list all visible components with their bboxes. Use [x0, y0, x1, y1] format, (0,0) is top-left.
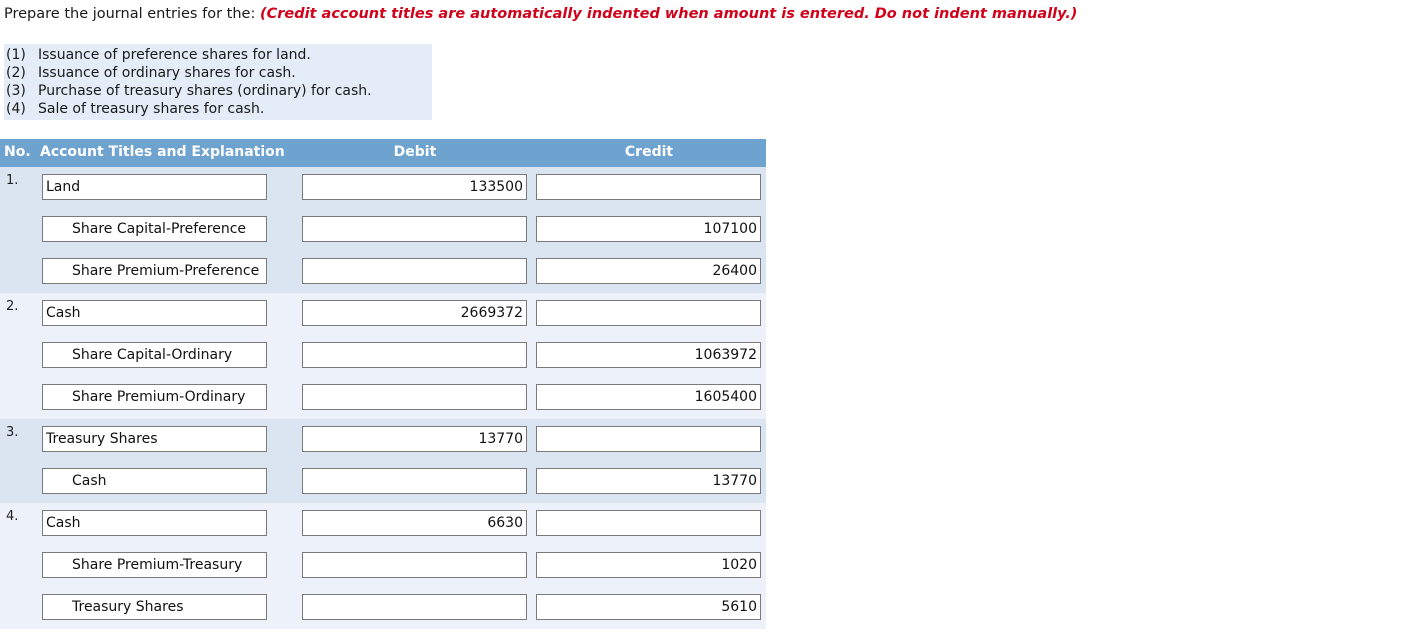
- requirement-text: Issuance of preference shares for land.: [38, 47, 311, 63]
- account-title-input[interactable]: [42, 258, 267, 284]
- journal-entry-row: 4.: [0, 503, 766, 545]
- credit-amount-input[interactable]: [536, 594, 761, 620]
- journal-entries-body: 1. 2. 3. 4.: [0, 167, 766, 629]
- debit-amount-input[interactable]: [302, 174, 527, 200]
- journal-entry-row: 1.: [0, 167, 766, 209]
- entry-number: 2.: [6, 299, 19, 314]
- debit-amount-input[interactable]: [302, 342, 527, 368]
- journal-entry-row: [0, 545, 766, 587]
- account-title-input[interactable]: [42, 384, 267, 410]
- journal-entry-table: No. Account Titles and Explanation Debit…: [0, 139, 766, 629]
- journal-entry-row: [0, 587, 766, 629]
- prompt-lead-text: Prepare the journal entries for the:: [4, 6, 256, 22]
- journal-entry-row: [0, 335, 766, 377]
- account-title-input[interactable]: [42, 216, 267, 242]
- credit-amount-input[interactable]: [536, 258, 761, 284]
- column-header-no: No.: [4, 144, 31, 160]
- column-header-credit: Credit: [624, 144, 674, 160]
- debit-amount-input[interactable]: [302, 216, 527, 242]
- requirement-item: (4) Sale of treasury shares for cash.: [4, 100, 432, 118]
- column-header-account: Account Titles and Explanation: [40, 144, 285, 160]
- prompt-line: Prepare the journal entries for the: (Cr…: [4, 4, 1077, 24]
- journal-entry-row: [0, 377, 766, 419]
- journal-entry-row: [0, 209, 766, 251]
- credit-amount-input[interactable]: [536, 552, 761, 578]
- journal-entry-group: 1.: [0, 167, 766, 293]
- journal-entry-group: 3.: [0, 419, 766, 503]
- requirement-number: (4): [6, 101, 26, 117]
- account-title-input[interactable]: [42, 510, 267, 536]
- journal-entry-group: 4.: [0, 503, 766, 629]
- requirement-item: (3) Purchase of treasury shares (ordinary…: [4, 82, 432, 100]
- credit-amount-input[interactable]: [536, 174, 761, 200]
- requirement-item: (1) Issuance of preference shares for lan…: [4, 46, 432, 64]
- account-title-input[interactable]: [42, 594, 267, 620]
- debit-amount-input[interactable]: [302, 426, 527, 452]
- column-header-debit: Debit: [393, 144, 437, 160]
- credit-amount-input[interactable]: [536, 216, 761, 242]
- debit-amount-input[interactable]: [302, 258, 527, 284]
- account-title-input[interactable]: [42, 174, 267, 200]
- requirements-list: (1) Issuance of preference shares for lan…: [4, 44, 432, 120]
- requirement-item: (2) Issuance of ordinary shares for cash.: [4, 64, 432, 82]
- debit-amount-input[interactable]: [302, 300, 527, 326]
- entry-number: 3.: [6, 425, 19, 440]
- credit-amount-input[interactable]: [536, 510, 761, 536]
- entry-number: 4.: [6, 509, 19, 524]
- debit-amount-input[interactable]: [302, 594, 527, 620]
- credit-amount-input[interactable]: [536, 342, 761, 368]
- table-header-row: No. Account Titles and Explanation Debit…: [0, 139, 766, 167]
- journal-entry-row: 3.: [0, 419, 766, 461]
- debit-amount-input[interactable]: [302, 510, 527, 536]
- account-title-input[interactable]: [42, 426, 267, 452]
- journal-entry-row: [0, 251, 766, 293]
- account-title-input[interactable]: [42, 552, 267, 578]
- debit-amount-input[interactable]: [302, 552, 527, 578]
- credit-amount-input[interactable]: [536, 384, 761, 410]
- debit-amount-input[interactable]: [302, 384, 527, 410]
- requirement-number: (2): [6, 65, 26, 81]
- account-title-input[interactable]: [42, 468, 267, 494]
- requirement-text: Sale of treasury shares for cash.: [38, 101, 265, 117]
- journal-entry-group: 2.: [0, 293, 766, 419]
- debit-amount-input[interactable]: [302, 468, 527, 494]
- account-title-input[interactable]: [42, 300, 267, 326]
- credit-amount-input[interactable]: [536, 426, 761, 452]
- requirement-number: (1): [6, 47, 26, 63]
- journal-entry-row: 2.: [0, 293, 766, 335]
- credit-amount-input[interactable]: [536, 300, 761, 326]
- entry-number: 1.: [6, 173, 19, 188]
- requirement-number: (3): [6, 83, 26, 99]
- prompt-note-text: (Credit account titles are automatically…: [259, 6, 1078, 22]
- account-title-input[interactable]: [42, 342, 267, 368]
- journal-entry-row: [0, 461, 766, 503]
- requirement-text: Issuance of ordinary shares for cash.: [38, 65, 296, 81]
- requirement-text: Purchase of treasury shares (ordinary) f…: [38, 83, 372, 99]
- credit-amount-input[interactable]: [536, 468, 761, 494]
